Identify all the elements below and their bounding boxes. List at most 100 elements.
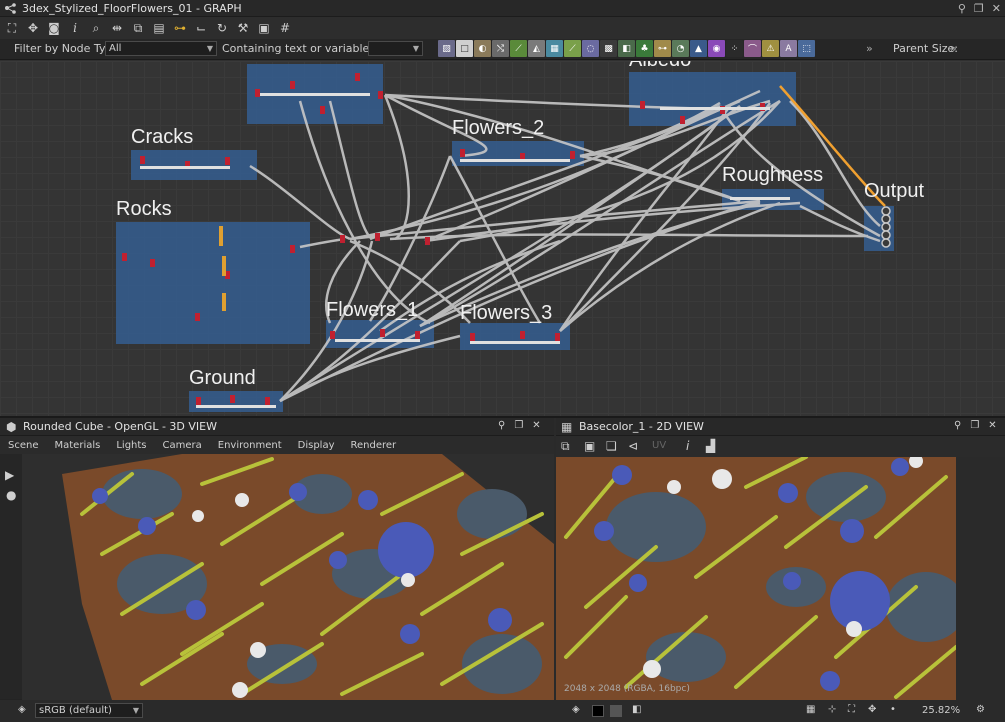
tile-icon[interactable]: ▩ <box>600 40 617 57</box>
frame-label-rocks: Rocks <box>116 198 172 220</box>
noise-icon[interactable]: ⁘ <box>726 40 743 57</box>
fx-map-icon[interactable]: ♣ <box>636 40 653 57</box>
colorspace-dropdown[interactable]: sRGB (default) ▼ <box>35 703 143 718</box>
view3d-maximize-icon[interactable]: ❐ <box>514 420 523 431</box>
emboss-icon[interactable]: ◔ <box>672 40 689 57</box>
view2d-viewport[interactable]: 2048 x 2048 (RGBA, 16bpc) <box>556 457 1005 700</box>
frame-select-icon[interactable]: ⬚ <box>798 40 815 57</box>
wrench-icon[interactable]: ⚒ <box>234 19 252 37</box>
info-icon[interactable]: i <box>66 19 84 37</box>
pivot-icon[interactable]: ⊹ <box>828 704 836 715</box>
parent-size-more-icon[interactable]: » <box>950 42 957 55</box>
transform-icon[interactable]: ◧ <box>618 40 635 57</box>
camera-icon[interactable]: ▶ <box>5 468 14 482</box>
view2d-pin-icon[interactable]: ⚲ <box>954 420 961 431</box>
frame-label-cracks: Cracks <box>131 126 194 148</box>
copy-icon[interactable]: ❏ <box>606 439 617 453</box>
uv-toggle[interactable]: UV <box>652 440 666 451</box>
link-icon[interactable]: ⊶ <box>171 19 189 37</box>
graph-canvas[interactable]: Cracks Rocks Flowers_2 Albedo Roughness … <box>0 61 1005 416</box>
menu-camera[interactable]: Camera <box>163 440 202 451</box>
close-icon[interactable]: ✕ <box>992 2 1001 16</box>
frame-all-icon[interactable]: ⛶ <box>3 19 21 37</box>
uniform-color-icon[interactable]: □ <box>456 40 473 57</box>
node-type-icons: ▨ □ ◐ ⤭ ⟋ ◭ ▦ ⟋ ◌ ▩ ◧ ♣ ⊶ ◔ ▲ ◉ ⁘ ⌒ ⚠ A … <box>438 40 815 57</box>
histogram-icon[interactable]: ▟ <box>706 439 715 453</box>
pixel-processor-icon[interactable]: ⊶ <box>654 40 671 57</box>
node-type-dropdown[interactable]: All ▼ <box>105 41 217 56</box>
menu-renderer[interactable]: Renderer <box>351 440 397 451</box>
more-icon[interactable]: » <box>866 42 873 55</box>
layers-icon[interactable]: ◈ <box>18 704 26 715</box>
menu-environment[interactable]: Environment <box>218 440 282 451</box>
basecolor-texture: 2048 x 2048 (RGBA, 16bpc) <box>556 457 1005 700</box>
text-icon[interactable]: A <box>780 40 797 57</box>
light-icon[interactable]: ● <box>6 488 16 502</box>
graph-toolbar: ⛶ ✥ ◙ i ⌕ ⇹ ⧉ ▤ ⊶ ⌙ ↻ ⚒ ▣ # <box>0 17 1005 39</box>
zoom-dot-icon: • <box>890 704 896 715</box>
comment-icon[interactable]: ▤ <box>150 19 168 37</box>
menu-scene[interactable]: Scene <box>8 440 39 451</box>
settings-icon[interactable]: ⚙ <box>976 704 985 715</box>
view2d-toolbar: ⧉ ▣ ❏ ⊲ UV i ▟ <box>556 436 1005 457</box>
graph-title: 3dex_Stylized_FloorFlowers_01 - GRAPH <box>22 1 242 15</box>
view2d-maximize-icon[interactable]: ❐ <box>970 420 979 431</box>
background-black-icon[interactable] <box>592 705 604 717</box>
info-icon[interactable]: i <box>686 439 689 453</box>
refresh-icon[interactable]: ↻ <box>213 19 231 37</box>
view2d-title: Basecolor_1 - 2D VIEW <box>579 420 704 433</box>
screenshot-icon[interactable]: ◙ <box>45 19 63 37</box>
textured-cube-render <box>62 454 554 700</box>
warp-icon[interactable]: ◌ <box>582 40 599 57</box>
parent-size-label: Parent Size: <box>893 42 958 55</box>
layout-icon[interactable]: ⧉ <box>129 19 147 37</box>
frame-icon[interactable]: ▣ <box>255 19 273 37</box>
save-icon[interactable]: ▣ <box>584 439 595 453</box>
view3d-viewport[interactable] <box>22 454 554 700</box>
blend-icon[interactable]: ⤭ <box>492 40 509 57</box>
warning-icon[interactable]: ⚠ <box>762 40 779 57</box>
view3d-close-icon[interactable]: ✕ <box>532 420 540 431</box>
gradient-icon[interactable]: ▦ <box>546 40 563 57</box>
view2d-close-icon[interactable]: ✕ <box>988 420 996 431</box>
frame-label-albedo: Albedo <box>629 61 691 72</box>
maximize-icon[interactable]: ❐ <box>974 2 984 16</box>
search-icon[interactable]: ⌕ <box>87 19 105 37</box>
distance-icon[interactable]: ⌒ <box>744 40 761 57</box>
grid-toggle-icon[interactable]: ▦ <box>806 704 815 715</box>
pan-icon[interactable]: ✥ <box>24 19 42 37</box>
connect-icon[interactable]: ⌙ <box>192 19 210 37</box>
normal-icon[interactable]: ⟋ <box>564 40 581 57</box>
hsl-icon[interactable]: ◭ <box>528 40 545 57</box>
share-icon[interactable]: ⊲ <box>628 439 638 453</box>
cube-icon: ⬢ <box>6 420 17 434</box>
fit-icon[interactable]: ⧉ <box>561 439 570 454</box>
levels-icon[interactable]: ◐ <box>474 40 491 57</box>
pin-icon[interactable]: ⚲ <box>958 2 966 16</box>
pan-view-icon[interactable]: ✥ <box>868 704 876 715</box>
channels-icon[interactable]: ◧ <box>632 704 641 715</box>
checker-icon: ▦ <box>561 420 573 434</box>
view2d-panel: ▦ Basecolor_1 - 2D VIEW ⚲ ❐ ✕ ⧉ ▣ ❏ ⊲ UV… <box>556 418 1005 722</box>
frame-label-flowers3: Flowers_3 <box>460 302 553 324</box>
zoom-level[interactable]: 25.82% <box>922 705 960 716</box>
layers-icon[interactable]: ◈ <box>572 704 580 715</box>
grid-icon[interactable]: # <box>276 19 294 37</box>
filter-bar: Filter by Node Type All ▼ Containing text… <box>0 39 1005 60</box>
graph-title-bar: 3dex_Stylized_FloorFlowers_01 - GRAPH ⚲ … <box>0 0 1005 17</box>
filter-label: Filter by Node Type <box>14 42 120 55</box>
frame-label-flowers2: Flowers_2 <box>452 117 545 139</box>
contains-input[interactable]: ▼ <box>368 41 423 56</box>
fit-view-icon[interactable]: ⛶ <box>848 704 855 715</box>
menu-display[interactable]: Display <box>298 440 335 451</box>
menu-materials[interactable]: Materials <box>55 440 101 451</box>
curve-icon[interactable]: ⟋ <box>510 40 527 57</box>
menu-lights[interactable]: Lights <box>116 440 146 451</box>
color-wheel-icon[interactable]: ◉ <box>708 40 725 57</box>
frame-label-output: Output <box>864 180 925 202</box>
align-icon[interactable]: ⇹ <box>108 19 126 37</box>
view3d-pin-icon[interactable]: ⚲ <box>498 420 505 431</box>
bitmap-icon[interactable]: ▨ <box>438 40 455 57</box>
histogram-icon[interactable]: ▲ <box>690 40 707 57</box>
background-checker-icon[interactable] <box>610 705 622 717</box>
